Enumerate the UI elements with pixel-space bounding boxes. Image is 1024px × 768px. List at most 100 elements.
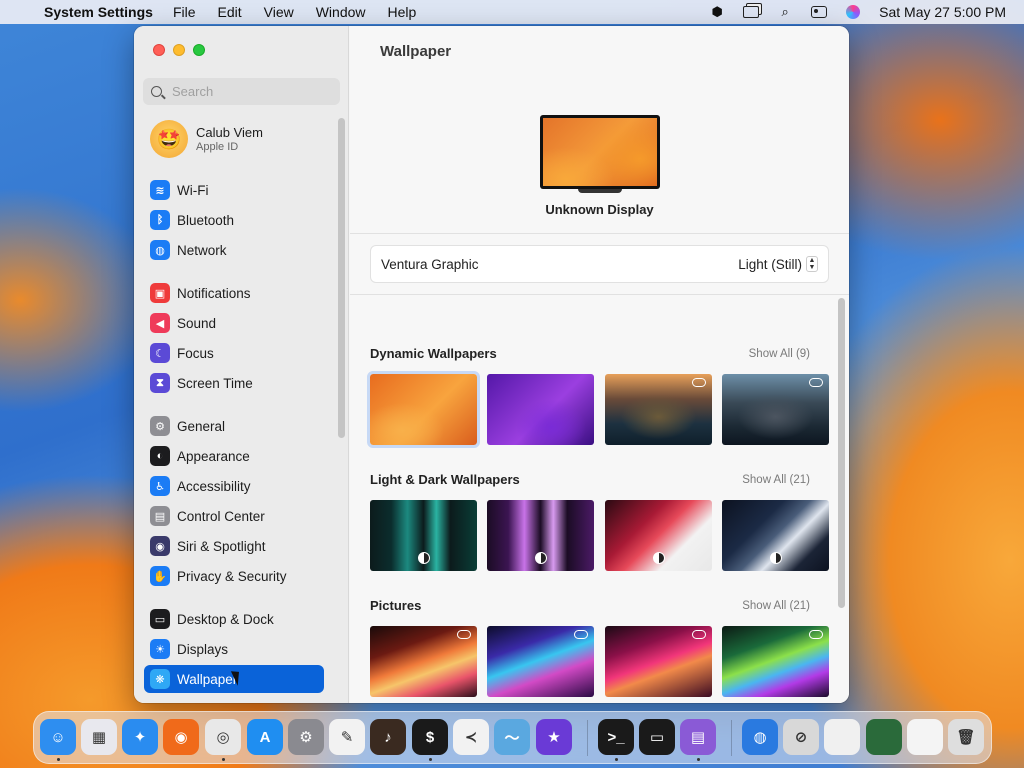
zoom-button[interactable] [193, 44, 205, 56]
sidebar-item-label: Wi-Fi [177, 182, 209, 198]
firefox-icon[interactable]: ◉ [163, 719, 199, 755]
monitor-preview [540, 115, 660, 189]
wallpaper-thumb-light-dark-1[interactable] [370, 500, 477, 571]
window-thumbnail-3-icon[interactable] [907, 719, 943, 755]
sidebar-item-focus[interactable]: ☾ Focus [144, 339, 324, 367]
search-input[interactable]: Search [143, 78, 340, 105]
windows-status-icon[interactable] [743, 5, 760, 19]
activity-monitor-icon[interactable]: ▭ [639, 719, 675, 755]
page-title: Wallpaper [380, 43, 452, 60]
light-dark-icon [652, 552, 665, 564]
minimize-button[interactable] [173, 44, 185, 56]
disabled-app-icon[interactable]: ⊘ [783, 719, 819, 755]
spotlight-search-icon[interactable]: ⌕ [777, 4, 793, 19]
wallpaper-thumb-pictures-2[interactable] [487, 626, 594, 697]
control-center-status-icon[interactable] [811, 5, 828, 19]
textedit-icon[interactable]: ✎ [329, 719, 365, 755]
desktop-icon: ▭ [150, 609, 170, 629]
close-button[interactable] [153, 44, 165, 56]
dolphin-icon[interactable]: 〜 [494, 719, 530, 755]
sidebar-item-label: Screen Time [177, 375, 253, 391]
sidebar-item-privacy-security[interactable]: ✋ Privacy & Security [144, 562, 324, 590]
window-controls [153, 44, 205, 56]
sidebar-scrollbar[interactable] [338, 118, 345, 438]
vscode-icon[interactable]: ≺ [453, 719, 489, 755]
sidebar-item-label: Network [177, 242, 227, 258]
hourglass-icon: ⧗ [150, 373, 170, 393]
storage-icon[interactable]: ▤ [680, 719, 716, 755]
sidebar-item-displays[interactable]: ☀ Displays [144, 635, 324, 663]
globe-app-icon[interactable]: ◍ [742, 719, 778, 755]
wallpaper-thumb-dynamic-4[interactable] [722, 374, 829, 445]
section-title-light-dark: Light & Dark Wallpapers [370, 472, 520, 487]
menu-window[interactable]: Window [316, 4, 366, 20]
sidebar-item-bluetooth[interactable]: ᛒ Bluetooth [144, 206, 324, 234]
terminal-icon[interactable]: >_ [598, 719, 634, 755]
wallpaper-thumb-dynamic-3[interactable] [605, 374, 712, 445]
sidebar-item-label: General [177, 418, 226, 434]
appearance-mode-popup[interactable]: Light (Still) ▲ ▼ [738, 256, 818, 272]
wallpaper-thumb-pictures-3[interactable] [605, 626, 712, 697]
show-all-dynamic-button[interactable]: Show All (9) [749, 348, 810, 360]
sidebar-item-notifications[interactable]: ▣ Notifications [144, 279, 324, 307]
display-name: Unknown Display [545, 202, 654, 217]
launchpad-icon[interactable]: ▦ [81, 719, 117, 755]
appearance-icon: ◐ [150, 446, 170, 466]
current-wallpaper-name: Ventura Graphic [381, 256, 479, 272]
sidebar-item-wi-fi[interactable]: ≋ Wi-Fi [144, 176, 324, 204]
wallpaper-thumb-pictures-4[interactable] [722, 626, 829, 697]
control-center-icon: ▤ [150, 506, 170, 526]
show-all-pictures-button[interactable]: Show All (21) [742, 600, 810, 612]
siri-icon[interactable] [845, 5, 861, 19]
system-settings-icon[interactable]: ⚙ [288, 719, 324, 755]
sidebar-scroll-thumb[interactable] [338, 118, 345, 438]
cube-status-icon[interactable]: ⬢ [709, 4, 725, 19]
sidebar-item-network[interactable]: ◍ Network [144, 236, 324, 264]
window-thumbnail-2-icon[interactable] [866, 719, 902, 755]
gallery-scroll-thumb[interactable] [838, 298, 845, 608]
wallpaper-thumb-light-dark-2[interactable] [487, 500, 594, 571]
wallpaper-thumb-dynamic-1[interactable] [367, 371, 480, 448]
trash-icon[interactable]: 🗑 [948, 719, 984, 755]
clock[interactable]: Sat May 27 5:00 PM [879, 4, 1006, 20]
accessibility-icon: ♿ [150, 476, 170, 496]
sidebar-item-accessibility[interactable]: ♿ Accessibility [144, 472, 324, 500]
sidebar-item-desktop-dock[interactable]: ▭ Desktop & Dock [144, 605, 324, 633]
sidebar-item-sound[interactable]: ◀ Sound [144, 309, 324, 337]
sidebar-item-label: Notifications [177, 285, 251, 301]
wallpaper-thumb-pictures-1[interactable] [370, 626, 477, 697]
apple-id-row[interactable]: 🤩 Calub Viem Apple ID [150, 120, 263, 158]
menu-help[interactable]: Help [388, 4, 417, 20]
app-store-icon[interactable]: A [247, 719, 283, 755]
running-indicator [615, 758, 618, 761]
menu-edit[interactable]: Edit [218, 4, 242, 20]
finder-icon[interactable]: ☺ [40, 719, 76, 755]
terminal-green-icon[interactable]: $ [412, 719, 448, 755]
show-all-light-dark-button[interactable]: Show All (21) [742, 474, 810, 486]
sidebar-item-siri-spotlight[interactable]: ◉ Siri & Spotlight [144, 532, 324, 560]
wallpaper-thumb-dynamic-2[interactable] [487, 374, 594, 445]
app-menu[interactable]: System Settings [44, 4, 153, 20]
menu-bar: System Settings File Edit View Window He… [0, 0, 1024, 24]
sidebar-item-label: Control Center [177, 508, 265, 524]
sidebar-item-control-center[interactable]: ▤ Control Center [144, 502, 324, 530]
wallpaper-thumb-light-dark-4[interactable] [722, 500, 829, 571]
menu-file[interactable]: File [173, 4, 196, 20]
system-settings-window: Search 🤩 Calub Viem Apple ID ≋ Wi-Fi ᛒ Blue… [134, 26, 849, 703]
sidebar-item-appearance[interactable]: ◐ Appearance [144, 442, 324, 470]
wallpaper-gallery: Dynamic Wallpapers Show All (9) Light & … [350, 298, 840, 703]
sidebar-item-general[interactable]: ⚙ General [144, 412, 324, 440]
download-cloud-icon [809, 378, 823, 387]
monitor-stand [578, 189, 622, 193]
imovie-icon[interactable]: ★ [536, 719, 572, 755]
dock: ☺ ▦ ✦ ◉ ◎ A ⚙ ✎ ♪ $ ≺ 〜 ★ >_ ▭ ▤ ◍ ⊘ 🗑 [33, 711, 992, 764]
wallpaper-thumb-light-dark-3[interactable] [605, 500, 712, 571]
sidebar-item-screen-time[interactable]: ⧗ Screen Time [144, 369, 324, 397]
search-icon [151, 86, 162, 97]
window-thumbnail-icon[interactable] [824, 719, 860, 755]
safari-icon[interactable]: ✦ [122, 719, 158, 755]
garageband-icon[interactable]: ♪ [370, 719, 406, 755]
download-cloud-icon [692, 630, 706, 639]
menu-view[interactable]: View [264, 4, 294, 20]
chrome-icon[interactable]: ◎ [205, 719, 241, 755]
